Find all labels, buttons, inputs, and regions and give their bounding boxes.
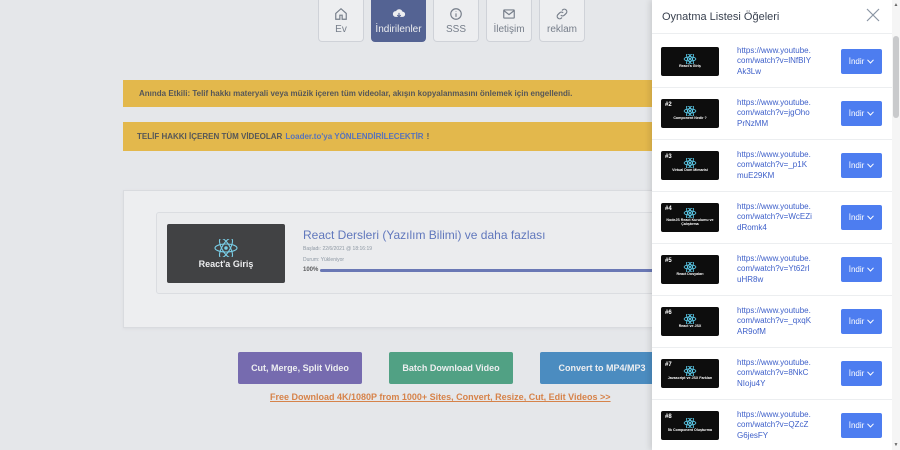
download-button[interactable]: İndir <box>841 101 882 126</box>
item-number: #4 <box>665 206 672 212</box>
item-number: #5 <box>665 258 672 264</box>
download-label: İndir <box>848 265 865 274</box>
chevron-down-icon <box>867 267 875 272</box>
item-caption: Component Nedir ? <box>673 116 707 121</box>
playlist-list: React'a Giriş https://www.youtube.com/wa… <box>652 36 892 450</box>
react-logo-icon <box>683 208 697 219</box>
scroll-up-icon[interactable]: ▲ <box>893 2 899 8</box>
item-number: #8 <box>665 414 672 420</box>
playlist-item: React'a Giriş https://www.youtube.com/wa… <box>652 36 892 88</box>
item-url[interactable]: https://www.youtube.com/watch?v=_p1KmuE2… <box>737 150 812 182</box>
item-caption: React ve JSX <box>678 324 702 329</box>
playlist-item: #7 Javascript ve JSX Farkları https://ww… <box>652 348 892 400</box>
react-logo-icon <box>683 418 697 429</box>
playlist-item: #6 React ve JSX https://www.youtube.com/… <box>652 296 892 348</box>
close-icon[interactable] <box>866 8 880 22</box>
item-thumbnail: #4 NodeJS React Kurulumu ve Çalıştırma <box>661 203 719 232</box>
download-label: İndir <box>848 161 865 170</box>
panel-title: Oynatma Listesi Öğeleri <box>662 10 780 23</box>
item-thumbnail: React'a Giriş <box>661 47 719 76</box>
item-url[interactable]: https://www.youtube.com/watch?v=lNfBIYAk… <box>737 46 812 78</box>
playlist-item: #3 Virtual Dom Mimarisi https://www.yout… <box>652 140 892 192</box>
playlist-panel: Oynatma Listesi Öğeleri React'a Giriş ht… <box>652 0 900 450</box>
download-button[interactable]: İndir <box>841 257 882 282</box>
react-logo-icon <box>683 54 697 65</box>
item-caption: Javascript ve JSX Farkları <box>667 376 713 381</box>
item-thumbnail: #5 React Dosyaları <box>661 255 719 284</box>
item-thumbnail: #2 Component Nedir ? <box>661 99 719 128</box>
item-number: #7 <box>665 362 672 368</box>
react-logo-icon <box>683 158 697 169</box>
scroll-down-icon[interactable]: ▼ <box>893 442 899 448</box>
chevron-down-icon <box>867 215 875 220</box>
download-button[interactable]: İndir <box>841 413 882 438</box>
chevron-down-icon <box>867 111 875 116</box>
chevron-down-icon <box>867 59 875 64</box>
item-url[interactable]: https://www.youtube.com/watch?v=QZcZG6je… <box>737 410 812 442</box>
item-number: #3 <box>665 154 672 160</box>
react-logo-icon <box>683 366 697 377</box>
chevron-down-icon <box>867 163 875 168</box>
download-button[interactable]: İndir <box>841 309 882 334</box>
chevron-down-icon <box>867 371 875 376</box>
item-thumbnail: #6 React ve JSX <box>661 307 719 336</box>
download-button[interactable]: İndir <box>841 361 882 386</box>
item-url[interactable]: https://www.youtube.com/watch?v=WcEZidRo… <box>737 202 812 234</box>
scroll-thumb[interactable] <box>893 36 899 118</box>
item-thumbnail: #8 İlk Component Oluşturma <box>661 411 719 440</box>
playlist-item: #2 Component Nedir ? https://www.youtube… <box>652 88 892 140</box>
item-thumbnail: #3 Virtual Dom Mimarisi <box>661 151 719 180</box>
playlist-item: #8 İlk Component Oluşturma https://www.y… <box>652 400 892 450</box>
item-caption: React'a Giriş <box>679 64 701 69</box>
panel-scrollbar[interactable]: ▲ ▼ <box>892 0 900 450</box>
item-url[interactable]: https://www.youtube.com/watch?v=8NkCNIoj… <box>737 358 812 390</box>
download-label: İndir <box>848 213 865 222</box>
download-label: İndir <box>848 421 865 430</box>
react-logo-icon <box>683 106 697 117</box>
item-caption: NodeJS React Kurulumu ve Çalıştırma <box>666 218 714 226</box>
item-url[interactable]: https://www.youtube.com/watch?v=Yt62rIuH… <box>737 254 812 286</box>
item-number: #6 <box>665 310 672 316</box>
panel-header: Oynatma Listesi Öğeleri <box>652 0 900 34</box>
react-logo-icon <box>683 314 697 325</box>
download-label: İndir <box>848 109 865 118</box>
item-caption: Virtual Dom Mimarisi <box>672 168 708 173</box>
item-url[interactable]: https://www.youtube.com/watch?v=jgOhoPrN… <box>737 98 812 130</box>
item-caption: İlk Component Oluşturma <box>668 428 712 433</box>
playlist-item: #5 React Dosyaları https://www.youtube.c… <box>652 244 892 296</box>
download-button[interactable]: İndir <box>841 49 882 74</box>
item-caption: React Dosyaları <box>676 272 704 277</box>
modal-overlay[interactable] <box>0 0 652 450</box>
download-label: İndir <box>848 317 865 326</box>
download-button[interactable]: İndir <box>841 205 882 230</box>
download-button[interactable]: İndir <box>841 153 882 178</box>
react-logo-icon <box>683 262 697 273</box>
download-label: İndir <box>848 369 865 378</box>
item-thumbnail: #7 Javascript ve JSX Farkları <box>661 359 719 388</box>
chevron-down-icon <box>867 423 875 428</box>
playlist-item: #4 NodeJS React Kurulumu ve Çalıştırma h… <box>652 192 892 244</box>
chevron-down-icon <box>867 319 875 324</box>
item-url[interactable]: https://www.youtube.com/watch?v=_qxqKAR9… <box>737 306 812 338</box>
item-number: #2 <box>665 102 672 108</box>
download-label: İndir <box>848 57 865 66</box>
